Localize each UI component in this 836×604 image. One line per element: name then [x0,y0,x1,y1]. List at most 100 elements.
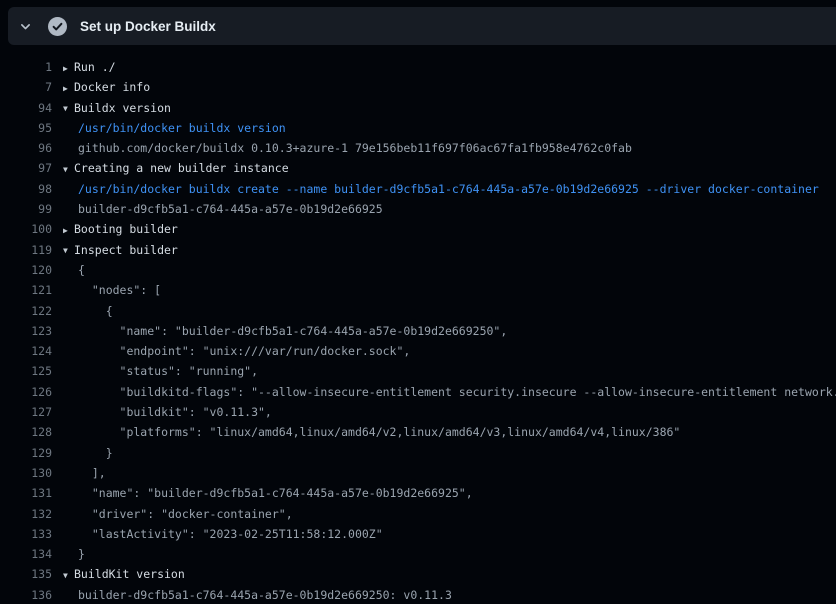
log-row: 120 { [0,260,836,280]
line-number[interactable]: 122 [0,301,52,321]
group-title[interactable]: BuildKit version [74,567,185,581]
log-row: 126 "buildkitd-flags": "--allow-insecure… [0,382,836,402]
log-viewer: 1▶Run ./7▶Docker info94▼Buildx version95… [0,45,836,604]
log-row: 96 github.com/docker/buildx 0.10.3+azure-… [0,138,836,158]
group-collapsed-arrow-icon[interactable]: ▶ [63,221,74,240]
step-success-check-icon [48,17,67,36]
output-text: ], [63,463,836,483]
log-row: 100 ▶Booting builder [0,219,836,239]
log-row: 132 "driver": "docker-container", [0,504,836,524]
log-row: 95/usr/bin/docker buildx version [0,118,836,138]
line-number[interactable]: 131 [0,483,52,503]
group-toggle[interactable]: ▼Creating a new builder instance [63,158,836,178]
line-number[interactable]: 95 [0,118,52,138]
line-number[interactable]: 99 [0,199,52,219]
output-text: "status": "running", [63,361,836,381]
group-toggle[interactable]: ▶Docker info [63,77,836,97]
log-row: 7 ▶Docker info [0,77,836,97]
line-number[interactable]: 123 [0,321,52,341]
step-title: Set up Docker Buildx [80,19,216,34]
line-number[interactable]: 94 [0,98,52,118]
group-title[interactable]: Buildx version [74,101,171,115]
log-row: 128 "platforms": "linux/amd64,linux/amd6… [0,422,836,442]
log-row: 123 "name": "builder-d9cfb5a1-c764-445a-… [0,321,836,341]
line-number[interactable]: 134 [0,544,52,564]
line-number[interactable]: 96 [0,138,52,158]
log-row: 135 ▼BuildKit version [0,564,836,584]
output-text: } [63,443,836,463]
output-text: { [63,260,836,280]
line-number[interactable]: 120 [0,260,52,280]
log-row: 125 "status": "running", [0,361,836,381]
line-number[interactable]: 100 [0,219,52,239]
line-number[interactable]: 125 [0,361,52,381]
output-text: builder-d9cfb5a1-c764-445a-a57e-0b19d2e6… [63,199,836,219]
log-row: 124 "endpoint": "unix:///var/run/docker.… [0,341,836,361]
line-number[interactable]: 126 [0,382,52,402]
line-number[interactable]: 132 [0,504,52,524]
log-row: 133 "lastActivity": "2023-02-25T11:58:12… [0,524,836,544]
group-toggle[interactable]: ▼Buildx version [63,98,836,118]
command-text: /usr/bin/docker buildx create --name bui… [63,179,836,199]
log-row: 1 ▶Run ./ [0,57,836,77]
line-number[interactable]: 127 [0,402,52,422]
group-expanded-arrow-icon[interactable]: ▼ [63,241,74,260]
command-text: /usr/bin/docker buildx version [63,118,836,138]
log-row: 129 } [0,443,836,463]
output-text: { [63,301,836,321]
group-expanded-arrow-icon[interactable]: ▼ [63,160,74,179]
group-expanded-arrow-icon[interactable]: ▼ [63,566,74,585]
output-text: github.com/docker/buildx 0.10.3+azure-1 … [63,138,836,158]
log-row: 94 ▼Buildx version [0,98,836,118]
line-number[interactable]: 129 [0,443,52,463]
group-title[interactable]: Run ./ [74,60,116,74]
group-toggle[interactable]: ▼Inspect builder [63,240,836,260]
log-row: 136 builder-d9cfb5a1-c764-445a-a57e-0b19d… [0,585,836,604]
output-text: "driver": "docker-container", [63,504,836,524]
line-number[interactable]: 130 [0,463,52,483]
group-toggle[interactable]: ▼BuildKit version [63,564,836,584]
line-number[interactable]: 97 [0,158,52,178]
group-expanded-arrow-icon[interactable]: ▼ [63,99,74,118]
output-text: "nodes": [ [63,280,836,300]
output-text: "platforms": "linux/amd64,linux/amd64/v2… [63,422,836,442]
group-title[interactable]: Booting builder [74,222,178,236]
line-number[interactable]: 135 [0,564,52,584]
group-title[interactable]: Creating a new builder instance [74,161,289,175]
line-number[interactable]: 119 [0,240,52,260]
group-collapsed-arrow-icon[interactable]: ▶ [63,59,74,78]
output-text: "buildkitd-flags": "--allow-insecure-ent… [63,382,836,402]
line-number[interactable]: 121 [0,280,52,300]
log-row: 122 { [0,301,836,321]
line-number[interactable]: 7 [0,77,52,97]
log-row: 134} [0,544,836,564]
log-row: 130 ], [0,463,836,483]
line-number[interactable]: 124 [0,341,52,361]
output-text: "name": "builder-d9cfb5a1-c764-445a-a57e… [63,321,836,341]
step-header[interactable]: Set up Docker Buildx [8,7,836,45]
output-text: "lastActivity": "2023-02-25T11:58:12.000… [63,524,836,544]
group-toggle[interactable]: ▶Run ./ [63,57,836,77]
group-toggle[interactable]: ▶Booting builder [63,219,836,239]
group-title[interactable]: Docker info [74,80,150,94]
log-row: 97 ▼Creating a new builder instance [0,158,836,178]
output-text: } [63,544,836,564]
group-collapsed-arrow-icon[interactable]: ▶ [63,79,74,98]
log-row: 99 builder-d9cfb5a1-c764-445a-a57e-0b19d2… [0,199,836,219]
line-number[interactable]: 136 [0,585,52,604]
line-number[interactable]: 1 [0,57,52,77]
log-row: 119 ▼Inspect builder [0,240,836,260]
log-row: 131 "name": "builder-d9cfb5a1-c764-445a-… [0,483,836,503]
log-row: 98/usr/bin/docker buildx create --name b… [0,179,836,199]
log-row: 121 "nodes": [ [0,280,836,300]
output-text: "endpoint": "unix:///var/run/docker.sock… [63,341,836,361]
line-number[interactable]: 133 [0,524,52,544]
log-row: 127 "buildkit": "v0.11.3", [0,402,836,422]
line-number[interactable]: 98 [0,179,52,199]
output-text: builder-d9cfb5a1-c764-445a-a57e-0b19d2e6… [63,585,836,604]
line-number[interactable]: 128 [0,422,52,442]
group-title[interactable]: Inspect builder [74,243,178,257]
collapse-chevron-icon[interactable] [18,19,32,33]
output-text: "name": "builder-d9cfb5a1-c764-445a-a57e… [63,483,836,503]
output-text: "buildkit": "v0.11.3", [63,402,836,422]
